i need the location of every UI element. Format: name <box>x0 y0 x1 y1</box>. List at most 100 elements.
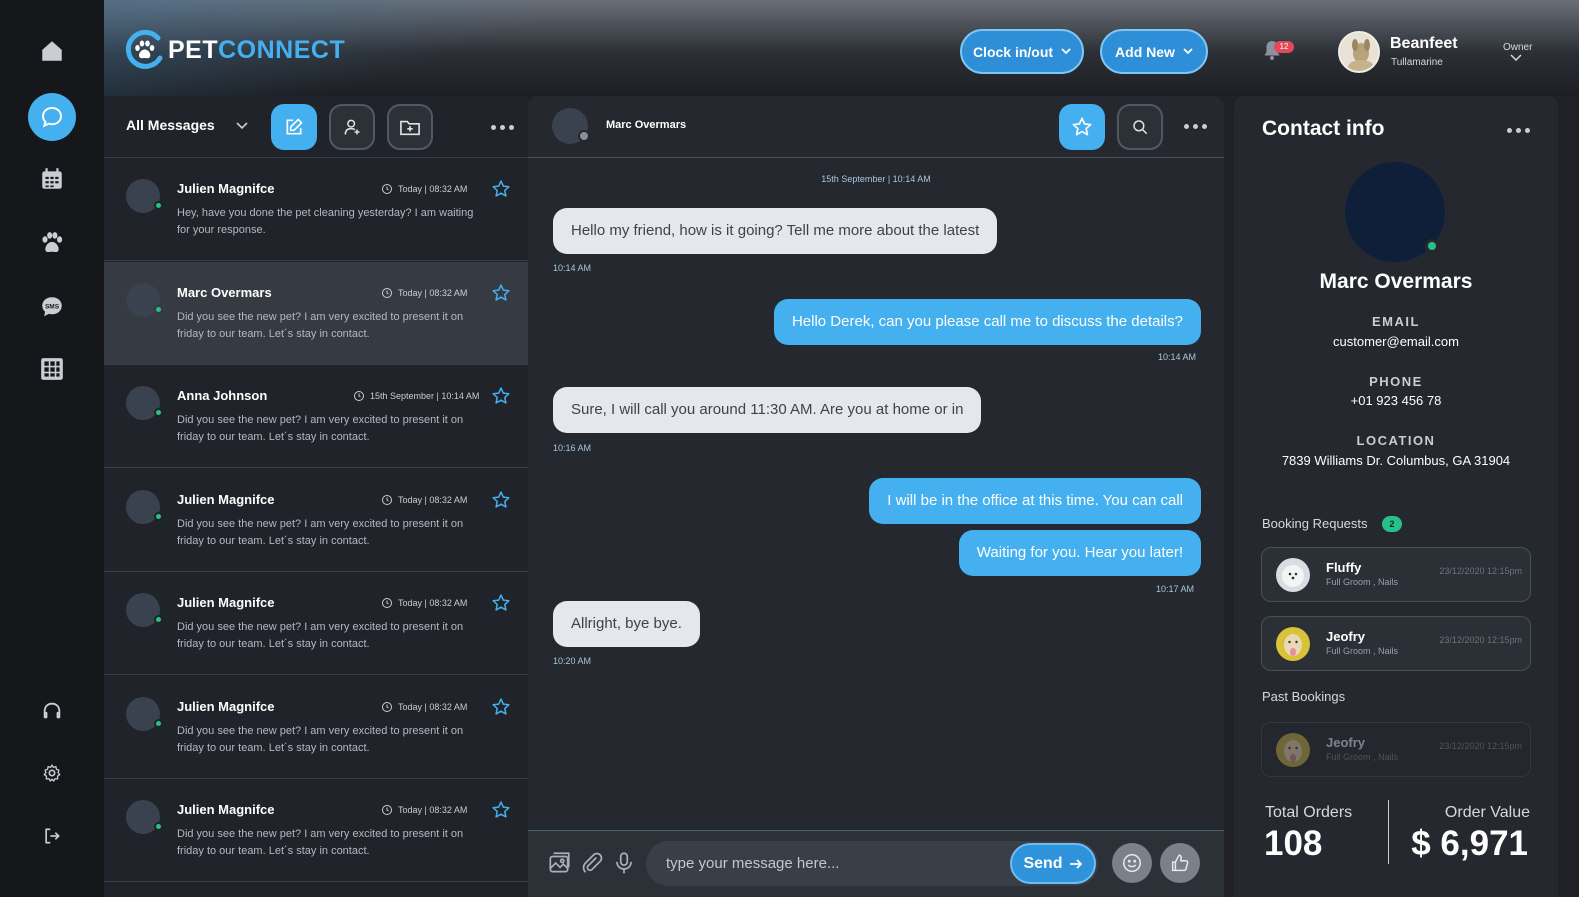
conversation-time: Today | 08:32 AM <box>381 804 467 816</box>
add-new-label: Add New <box>1115 43 1175 60</box>
booking-date: 23/12/2020 12:15pm <box>1439 741 1522 751</box>
star-icon[interactable] <box>491 386 511 406</box>
add-folder-button[interactable] <box>387 104 433 150</box>
message-bubble-outgoing: I will be in the office at this time. Yo… <box>869 478 1201 524</box>
brand-name-part1: PET <box>168 35 219 64</box>
booking-date: 23/12/2020 12:15pm <box>1439 566 1522 576</box>
paperclip-icon[interactable] <box>579 850 605 876</box>
conversation-item[interactable]: Anna Johnson 15th September | 10:14 AM Did… <box>104 365 528 468</box>
booking-request-card[interactable]: Fluffy Full Groom , Nails 23/12/2020 12:… <box>1261 547 1531 602</box>
clock-in-out-button[interactable]: Clock in/out <box>960 29 1084 74</box>
conversation-preview: Did you see the new pet? I am very excit… <box>177 310 464 340</box>
message-list-panel: All Messages Julien Magnifce Today | 08:3… <box>104 96 528 897</box>
gear-icon[interactable] <box>30 751 74 795</box>
like-button[interactable] <box>1160 843 1200 883</box>
conversation-time-text: Today | 08:32 AM <box>398 701 468 712</box>
chevron-down-icon[interactable] <box>236 122 248 130</box>
favorite-button[interactable] <box>1059 104 1105 150</box>
conversation-item[interactable]: Julien Magnifce Today | 08:32 AM Did you s… <box>104 779 528 882</box>
paw-logo-icon <box>125 29 163 69</box>
conversation-time-text: Today | 08:32 AM <box>398 494 468 505</box>
search-button[interactable] <box>1117 104 1163 150</box>
clock-icon <box>382 494 392 505</box>
chat-icon[interactable] <box>28 93 76 141</box>
star-icon[interactable] <box>491 697 511 717</box>
contact-info-panel: Contact info Marc Overmars EMAIL custome… <box>1234 96 1558 897</box>
star-icon[interactable] <box>491 593 511 613</box>
message-time: 10:14 AM <box>1157 352 1196 362</box>
star-icon[interactable] <box>491 490 511 510</box>
location-value: 7839 Williams Dr. Columbus, GA 31904 <box>1281 453 1511 468</box>
paw-icon[interactable] <box>30 221 74 265</box>
phone-value[interactable]: +01 923 456 78 <box>1234 393 1558 408</box>
online-indicator <box>154 304 163 314</box>
emoji-button[interactable] <box>1112 843 1152 883</box>
add-new-button[interactable]: Add New <box>1100 29 1208 74</box>
app-logo[interactable]: PETCONNECT <box>122 28 345 72</box>
user-name[interactable]: Beanfeet <box>1390 35 1458 53</box>
chevron-down-icon[interactable] <box>1510 54 1522 62</box>
contact-info-title: Contact info <box>1262 117 1385 140</box>
smiley-icon <box>1123 854 1141 872</box>
image-icon[interactable] <box>546 850 572 876</box>
star-icon[interactable] <box>491 800 511 820</box>
location-label: LOCATION <box>1356 433 1436 448</box>
message-time: 10:16 AM <box>553 443 592 453</box>
conversation-item[interactable]: Julien Magnifce Today | 08:32 AM Did you s… <box>104 572 528 675</box>
calendar-icon[interactable] <box>30 157 74 201</box>
add-user-icon <box>344 119 360 135</box>
conversation-item[interactable]: Julien Magnifce Today | 08:32 AM Did you s… <box>104 676 528 779</box>
microphone-icon[interactable] <box>611 850 637 876</box>
conversation-name: Julien Magnifce <box>177 491 275 507</box>
sidebar-nav: SMS <box>0 0 104 897</box>
user-avatar[interactable] <box>1338 31 1380 73</box>
chat-contact-name[interactable]: Marc Overmars <box>606 119 686 131</box>
user-role[interactable]: Owner <box>1503 42 1532 53</box>
conversation-time: Today | 08:32 AM <box>381 701 467 713</box>
message-filter-label[interactable]: All Messages <box>126 117 215 133</box>
home-icon[interactable] <box>30 29 74 73</box>
conversation-name: Julien Magnifce <box>177 802 275 817</box>
sms-icon[interactable]: SMS <box>30 285 74 329</box>
thumbs-up-icon <box>1171 854 1189 872</box>
compose-button[interactable] <box>271 104 317 150</box>
booking-service: Full Groom , Nails <box>1326 646 1399 656</box>
past-booking-card[interactable]: Jeofry Full Groom , Nails 23/12/2020 12:… <box>1261 722 1531 777</box>
conversation-item[interactable]: Marc Overmars Today | 08:32 AM Did you see… <box>104 261 528 365</box>
chat-panel: Marc Overmars 15th September | 10:14 AM … <box>528 96 1224 897</box>
conversation-time: Today | 08:32 AM <box>381 494 467 506</box>
clock-icon <box>382 805 392 815</box>
booking-request-card[interactable]: Jeofry Full Groom , Nails 23/12/2020 12:… <box>1261 616 1531 671</box>
conversation-preview: Did you see the new pet? I am very excit… <box>177 724 464 754</box>
pet-name: Jeofry <box>1326 629 1366 644</box>
logout-icon[interactable] <box>30 814 74 858</box>
more-options-icon[interactable] <box>1507 128 1530 133</box>
booking-requests-title: Booking Requests <box>1262 516 1368 531</box>
more-options-icon[interactable] <box>1184 124 1207 129</box>
headset-icon[interactable] <box>30 689 74 733</box>
add-contact-button[interactable] <box>329 104 375 150</box>
star-icon[interactable] <box>491 179 511 199</box>
conversation-preview: Hey, have you done the pet cleaning yest… <box>177 207 474 236</box>
conversation-preview: Did you see the new pet? I am very excit… <box>177 621 464 650</box>
conversation-item[interactable]: Julien Magnifce Today | 08:32 AM Hey, have… <box>104 158 528 261</box>
send-button[interactable]: Send <box>1010 843 1096 884</box>
more-options-icon[interactable] <box>491 125 514 130</box>
conversation-name: Anna Johnson <box>177 388 268 403</box>
online-indicator <box>154 511 163 521</box>
clock-icon <box>382 598 392 608</box>
conversation-time: 15th September | 10:14 AM <box>353 390 479 402</box>
chevron-down-icon <box>1183 48 1193 55</box>
email-value[interactable]: customer@email.com <box>1234 334 1558 349</box>
conversation-name: Julien Magnifce <box>177 595 275 610</box>
grid-icon[interactable] <box>30 347 74 391</box>
pet-avatar <box>1276 733 1310 767</box>
star-icon[interactable] <box>491 283 511 303</box>
conversation-item[interactable]: Julien Magnifce Today | 08:32 AM Did you s… <box>104 469 528 572</box>
message-bubble-incoming: Hello my friend, how is it going? Tell m… <box>553 208 998 254</box>
message-input[interactable] <box>666 841 986 886</box>
send-label: Send <box>1023 854 1063 872</box>
conversation-name: Julien Magnifce <box>177 181 275 196</box>
booking-date: 23/12/2020 12:15pm <box>1439 635 1522 645</box>
conversation-time-text: Today | 08:32 AM <box>398 598 468 608</box>
